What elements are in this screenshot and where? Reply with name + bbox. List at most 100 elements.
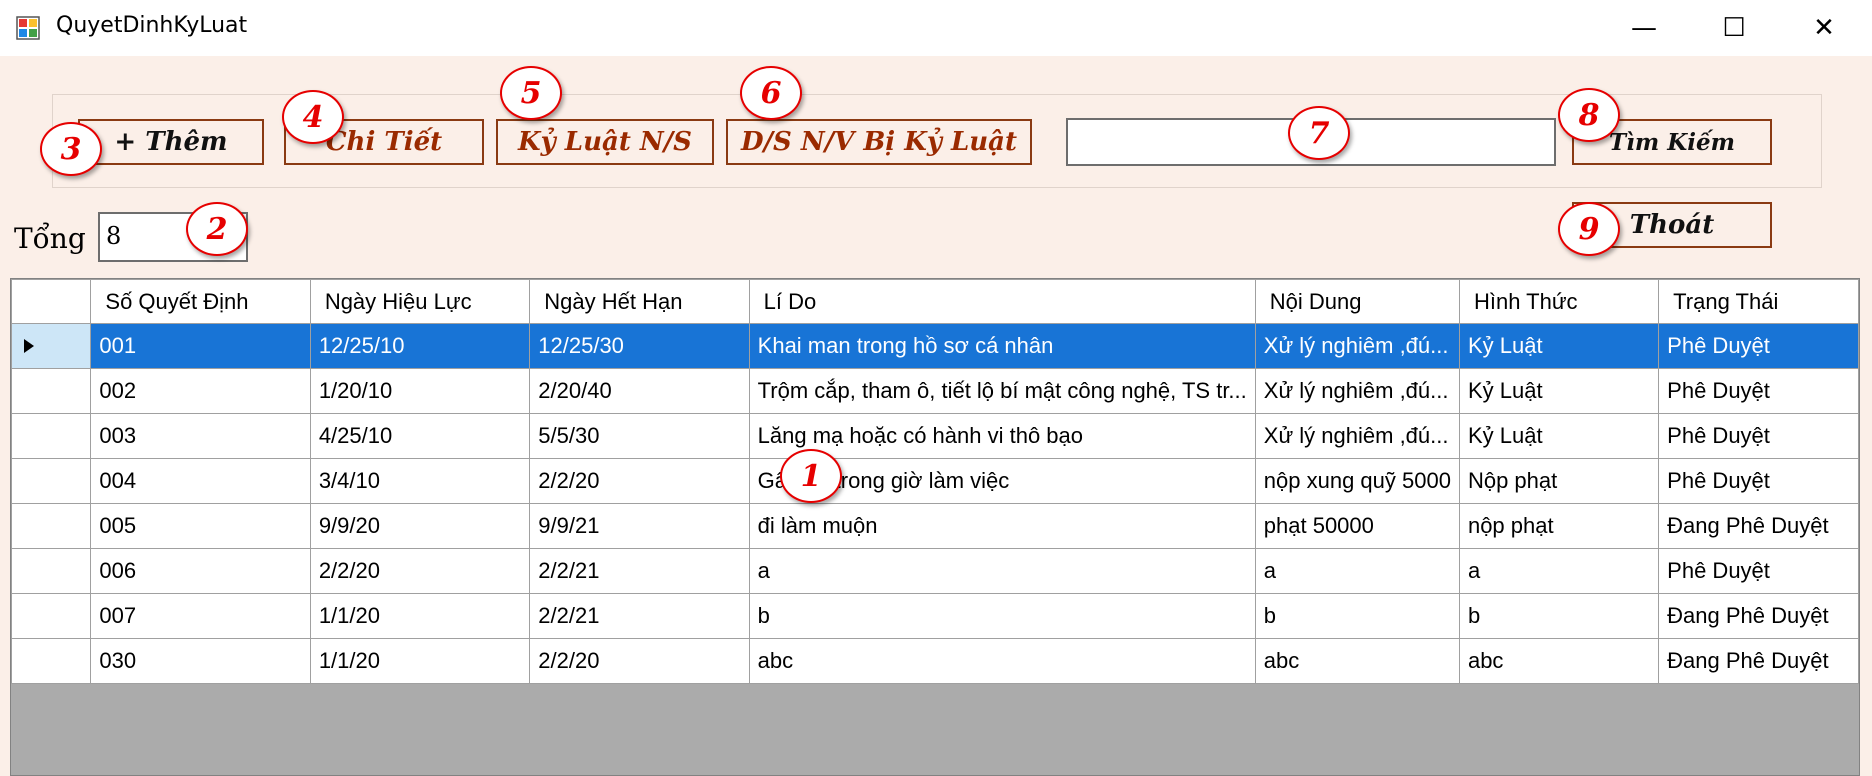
callout-9: 9 — [1558, 202, 1620, 256]
callout-5: 5 — [500, 66, 562, 120]
cell-decision-number[interactable]: 003 — [90, 413, 311, 459]
cell-effective-date[interactable]: 9/9/20 — [309, 503, 531, 549]
cell-status[interactable]: Phê Duyệt — [1658, 458, 1859, 504]
cell-form[interactable]: b — [1458, 593, 1660, 639]
cell-expiry-date[interactable]: 2/2/20 — [529, 638, 750, 684]
cell-status[interactable]: Đang Phê Duyệt — [1658, 638, 1859, 684]
cell-form[interactable]: a — [1458, 548, 1660, 594]
grid-header-row: Số Quyết Định Ngày Hiệu Lực Ngày Hết Hạn… — [11, 279, 1859, 324]
cell-effective-date[interactable]: 1/1/20 — [309, 638, 531, 684]
cell-reason[interactable]: b — [748, 593, 1256, 639]
cell-content[interactable]: Xử lý nghiêm ,đú... — [1254, 368, 1460, 414]
cell-status[interactable]: Phê Duyệt — [1658, 323, 1859, 369]
cell-status[interactable]: Đang Phê Duyệt — [1658, 593, 1859, 639]
cell-effective-date[interactable]: 2/2/20 — [309, 548, 531, 594]
title-bar: QuyetDinhKyLuat — ☐ ✕ — [0, 0, 1872, 56]
table-row[interactable]: 001 12/25/10 12/25/30 Khai man trong hồ … — [11, 323, 1859, 369]
add-button[interactable]: + Thêm — [78, 119, 264, 165]
table-row[interactable]: 002 1/20/10 2/20/40 Trộm cắp, tham ô, ti… — [11, 368, 1859, 414]
column-header-status[interactable]: Trạng Thái — [1658, 279, 1859, 324]
form-client-area: + Thêm Chi Tiết Kỷ Luật N/S D/S N/V Bị K… — [0, 56, 1872, 776]
cell-expiry-date[interactable]: 2/2/21 — [529, 593, 750, 639]
row-header[interactable] — [11, 458, 92, 504]
discipline-employee-button[interactable]: Kỷ Luật N/S — [496, 119, 714, 165]
cell-reason[interactable]: đi làm muộn — [748, 503, 1256, 549]
cell-content[interactable]: nộp xung quỹ 5000 — [1254, 458, 1460, 504]
callout-7: 7 — [1288, 106, 1350, 160]
row-header[interactable] — [11, 638, 92, 684]
cell-decision-number[interactable]: 030 — [90, 638, 311, 684]
row-header[interactable] — [11, 503, 92, 549]
cell-form[interactable]: Nộp phạt — [1458, 458, 1660, 504]
cell-effective-date[interactable]: 4/25/10 — [309, 413, 531, 459]
cell-reason[interactable]: a — [748, 548, 1256, 594]
total-label: Tổng — [14, 222, 86, 255]
cell-form[interactable]: nộp phạt — [1458, 503, 1660, 549]
table-row[interactable]: 003 4/25/10 5/5/30 Lăng mạ hoặc có hành … — [11, 413, 1859, 459]
cell-decision-number[interactable]: 007 — [90, 593, 311, 639]
column-header-expiry-date[interactable]: Ngày Hết Hạn — [529, 279, 750, 324]
cell-status[interactable]: Phê Duyệt — [1658, 368, 1859, 414]
cell-status[interactable]: Đang Phê Duyệt — [1658, 503, 1859, 549]
grid-corner-cell — [11, 279, 92, 324]
cell-expiry-date[interactable]: 2/2/20 — [529, 458, 750, 504]
cell-content[interactable]: abc — [1254, 638, 1460, 684]
row-header[interactable] — [11, 548, 92, 594]
app-icon — [16, 16, 40, 40]
callout-6: 6 — [740, 66, 802, 120]
window-title: QuyetDinhKyLuat — [56, 13, 248, 38]
column-header-decision-number[interactable]: Số Quyết Định — [90, 279, 311, 324]
cell-decision-number[interactable]: 006 — [90, 548, 311, 594]
cell-content[interactable]: phạt 50000 — [1254, 503, 1460, 549]
table-row[interactable]: 004 3/4/10 2/2/20 Gây rối trong giờ làm … — [11, 458, 1859, 504]
callout-3: 3 — [40, 122, 102, 176]
cell-form[interactable]: Kỷ Luật — [1458, 368, 1660, 414]
column-header-effective-date[interactable]: Ngày Hiệu Lực — [309, 279, 531, 324]
cell-decision-number[interactable]: 001 — [90, 323, 311, 369]
cell-content[interactable]: Xử lý nghiêm ,đú... — [1254, 323, 1460, 369]
row-header[interactable] — [11, 323, 92, 369]
cell-content[interactable]: b — [1254, 593, 1460, 639]
table-row[interactable]: 030 1/1/20 2/2/20 abc abc abc Đang Phê D… — [11, 638, 1859, 684]
callout-8: 8 — [1558, 88, 1620, 142]
cell-expiry-date[interactable]: 2/2/21 — [529, 548, 750, 594]
cell-reason[interactable]: abc — [748, 638, 1256, 684]
table-row[interactable]: 007 1/1/20 2/2/21 b b b Đang Phê Duyệt — [11, 593, 1859, 639]
cell-status[interactable]: Phê Duyệt — [1658, 413, 1859, 459]
cell-effective-date[interactable]: 12/25/10 — [309, 323, 531, 369]
row-header[interactable] — [11, 368, 92, 414]
table-row[interactable]: 006 2/2/20 2/2/21 a a a Phê Duyệt — [11, 548, 1859, 594]
cell-expiry-date[interactable]: 2/20/40 — [529, 368, 750, 414]
close-icon[interactable]: ✕ — [1782, 0, 1866, 56]
cell-content[interactable]: Xử lý nghiêm ,đú... — [1254, 413, 1460, 459]
cell-expiry-date[interactable]: 12/25/30 — [529, 323, 750, 369]
cell-content[interactable]: a — [1254, 548, 1460, 594]
table-row[interactable]: 005 9/9/20 9/9/21 đi làm muộn phạt 50000… — [11, 503, 1859, 549]
cell-effective-date[interactable]: 3/4/10 — [309, 458, 531, 504]
callout-1: 1 — [780, 449, 842, 503]
cell-decision-number[interactable]: 005 — [90, 503, 311, 549]
maximize-icon[interactable]: ☐ — [1692, 0, 1776, 56]
row-header[interactable] — [11, 593, 92, 639]
column-header-form[interactable]: Hình Thức — [1458, 279, 1660, 324]
cell-form[interactable]: abc — [1458, 638, 1660, 684]
decision-grid[interactable]: Số Quyết Định Ngày Hiệu Lực Ngày Hết Hạn… — [10, 278, 1860, 776]
cell-decision-number[interactable]: 002 — [90, 368, 311, 414]
cell-effective-date[interactable]: 1/20/10 — [309, 368, 531, 414]
cell-reason[interactable]: Trộm cắp, tham ô, tiết lộ bí mật công ng… — [748, 368, 1256, 414]
cell-effective-date[interactable]: 1/1/20 — [309, 593, 531, 639]
cell-form[interactable]: Kỷ Luật — [1458, 323, 1660, 369]
cell-expiry-date[interactable]: 9/9/21 — [529, 503, 750, 549]
current-row-arrow-icon — [24, 339, 34, 353]
column-header-content[interactable]: Nội Dung — [1254, 279, 1460, 324]
row-header[interactable] — [11, 413, 92, 459]
cell-reason[interactable]: Khai man trong hồ sơ cá nhân — [748, 323, 1256, 369]
cell-decision-number[interactable]: 004 — [90, 458, 311, 504]
cell-status[interactable]: Phê Duyệt — [1658, 548, 1859, 594]
cell-expiry-date[interactable]: 5/5/30 — [529, 413, 750, 459]
minimize-icon[interactable]: — — [1602, 0, 1686, 56]
disciplined-list-button[interactable]: D/S N/V Bị Kỷ Luật — [726, 119, 1032, 165]
column-header-reason[interactable]: Lí Do — [748, 279, 1256, 324]
cell-form[interactable]: Kỷ Luật — [1458, 413, 1660, 459]
callout-2: 2 — [186, 202, 248, 256]
